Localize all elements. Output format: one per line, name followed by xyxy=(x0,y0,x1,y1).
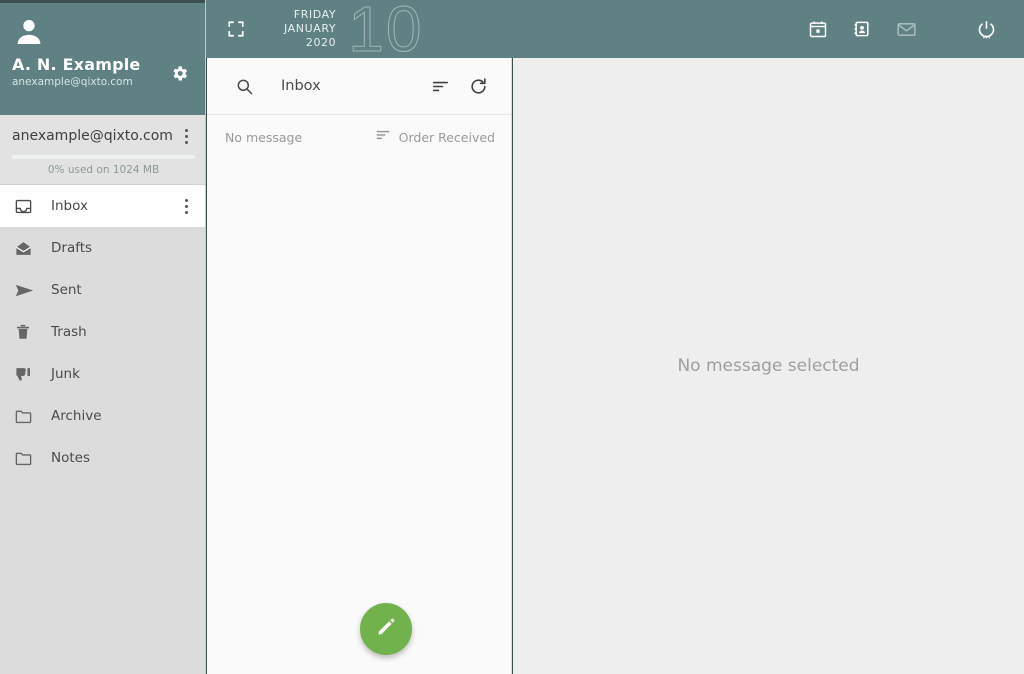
contacts-icon[interactable] xyxy=(840,7,884,51)
folder-menu-icon[interactable] xyxy=(177,195,195,217)
account-quota-row: anexample@qixto.com 0% used on 1024 MB xyxy=(0,115,205,185)
gear-icon[interactable] xyxy=(163,57,195,89)
message-list-panel: Inbox No message Order Received xyxy=(207,58,512,674)
sort-icon xyxy=(375,127,391,147)
calendar-icon[interactable] xyxy=(796,7,840,51)
compose-button[interactable] xyxy=(360,603,412,655)
sidebar-item-label: Inbox xyxy=(51,198,88,214)
sidebar-item-drafts[interactable]: Drafts xyxy=(0,227,205,269)
refresh-icon[interactable] xyxy=(459,67,497,105)
topbar-actions xyxy=(796,7,1024,51)
sidebar-item-label: Junk xyxy=(51,366,80,382)
date-year: 2020 xyxy=(305,36,337,49)
message-list-title: Inbox xyxy=(281,78,321,94)
message-list-status-row: No message Order Received xyxy=(207,115,511,159)
mail-application-window: A. N. Example anexample@qixto.com anexam… xyxy=(0,0,1024,674)
avatar xyxy=(12,15,46,49)
top-header-bar: FRIDAY JANUARY 2020 10 xyxy=(206,0,1024,65)
order-label: Order Received xyxy=(398,129,495,145)
date-day-number: 10 xyxy=(348,0,424,65)
pencil-icon xyxy=(375,616,397,642)
search-icon[interactable] xyxy=(225,67,263,105)
drafts-icon xyxy=(14,239,40,258)
sidebar-item-trash[interactable]: Trash xyxy=(0,311,205,353)
sidebar-item-label: Sent xyxy=(51,282,82,298)
quota-label: 0% used on 1024 MB xyxy=(47,164,160,176)
notes-icon xyxy=(14,449,40,468)
reading-pane: No message selected xyxy=(513,58,1024,674)
empty-state-message: No message selected xyxy=(677,356,860,376)
sidebar-item-label: Trash xyxy=(51,324,87,340)
date-display: FRIDAY JANUARY 2020 10 xyxy=(284,0,424,65)
sidebar-item-junk[interactable]: Junk xyxy=(0,353,205,395)
account-header: A. N. Example anexample@qixto.com xyxy=(0,0,205,115)
trash-icon xyxy=(14,323,40,341)
sidebar-item-inbox[interactable]: Inbox xyxy=(0,185,205,227)
kebab-menu-icon[interactable] xyxy=(177,125,195,147)
sent-icon xyxy=(14,280,40,301)
account-address: anexample@qixto.com xyxy=(12,128,173,144)
date-weekday: FRIDAY xyxy=(293,8,337,21)
junk-icon xyxy=(14,365,40,384)
sidebar-item-archive[interactable]: Archive xyxy=(0,395,205,437)
power-icon[interactable] xyxy=(964,7,1008,51)
order-selector[interactable]: Order Received xyxy=(375,127,495,147)
archive-icon xyxy=(14,407,40,426)
sidebar-item-sent[interactable]: Sent xyxy=(0,269,205,311)
quota-progress-bar xyxy=(12,155,195,159)
mail-icon[interactable] xyxy=(884,7,928,51)
sidebar-item-label: Notes xyxy=(51,450,90,466)
date-month: JANUARY xyxy=(284,22,337,35)
fullscreen-icon[interactable] xyxy=(214,7,258,51)
message-list-toolbar: Inbox xyxy=(207,58,511,115)
sidebar-item-label: Archive xyxy=(51,408,102,424)
sidebar-item-notes[interactable]: Notes xyxy=(0,437,205,479)
folder-list: Inbox Drafts Sent Trash Junk Archive Not… xyxy=(0,185,205,479)
sidebar-item-label: Drafts xyxy=(51,240,93,256)
sidebar: A. N. Example anexample@qixto.com anexam… xyxy=(0,0,206,674)
sort-icon[interactable] xyxy=(421,67,459,105)
inbox-icon xyxy=(14,197,40,216)
message-count-label: No message xyxy=(225,129,303,145)
